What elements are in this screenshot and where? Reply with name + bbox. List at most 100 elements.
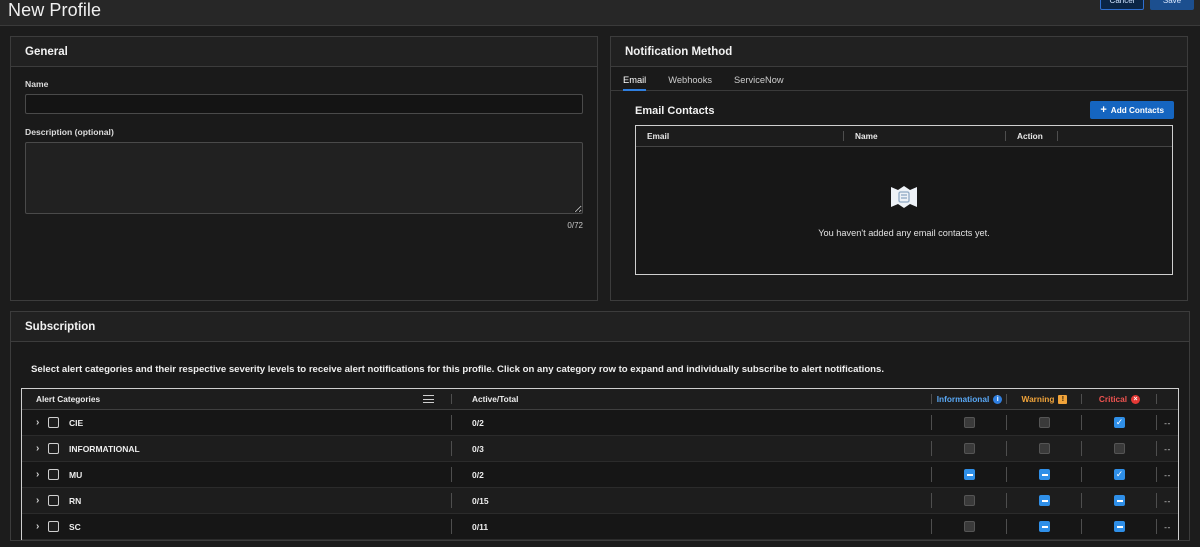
column-header-alert-categories[interactable]: Alert Categories: [22, 389, 452, 409]
row-active-total-cell: 0/15: [452, 488, 932, 513]
column-header-action[interactable]: Action: [1006, 126, 1058, 146]
table-row[interactable]: › MU 0/2 ✓ --: [22, 462, 1178, 488]
chevron-right-icon[interactable]: ›: [36, 443, 48, 454]
row-informational-cell[interactable]: [932, 436, 1007, 461]
row-warning-cell[interactable]: [1007, 410, 1082, 435]
critical-checkbox[interactable]: [1114, 443, 1125, 454]
row-category-label: CIE: [69, 417, 84, 428]
informational-checkbox[interactable]: [964, 417, 975, 428]
informational-checkbox[interactable]: [964, 443, 975, 454]
row-critical-cell[interactable]: ✓: [1082, 410, 1157, 435]
info-icon: i: [993, 394, 1003, 404]
column-header-critical[interactable]: Critical ×: [1082, 389, 1157, 409]
row-active-total-label: 0/2: [472, 417, 484, 428]
general-panel-title: General: [11, 37, 597, 67]
row-select-checkbox[interactable]: [48, 521, 59, 532]
subscription-description: Select alert categories and their respec…: [31, 364, 885, 375]
row-warning-cell[interactable]: [1007, 488, 1082, 513]
notification-tabs: Email Webhooks ServiceNow: [611, 67, 1187, 91]
row-category-cell[interactable]: › INFORMATIONAL: [22, 436, 452, 461]
column-header-informational-label: Informational: [936, 394, 990, 404]
row-select-checkbox[interactable]: [48, 495, 59, 506]
table-row[interactable]: › RN 0/15 --: [22, 488, 1178, 514]
row-critical-cell[interactable]: ✓: [1082, 462, 1157, 487]
subscription-table: Alert Categories Active/Total Informatio…: [21, 388, 1179, 540]
row-select-checkbox[interactable]: [48, 469, 59, 480]
warning-checkbox[interactable]: [1039, 443, 1050, 454]
row-category-cell[interactable]: › SC: [22, 514, 452, 539]
subscription-header-row: Alert Categories Active/Total Informatio…: [22, 389, 1178, 410]
row-tail-cell: --: [1157, 488, 1178, 513]
critical-checkbox[interactable]: [1114, 521, 1125, 532]
row-informational-cell[interactable]: [932, 488, 1007, 513]
tab-email[interactable]: Email: [623, 75, 656, 91]
column-header-email[interactable]: Email: [636, 126, 844, 146]
description-char-counter: 0/72: [567, 221, 583, 230]
email-contacts-section: Email Contacts + Add Contacts Email Name…: [611, 91, 1187, 275]
row-warning-cell[interactable]: [1007, 514, 1082, 539]
cancel-button[interactable]: Cancel: [1100, 0, 1144, 10]
field-spacer: [25, 114, 583, 127]
row-warning-cell[interactable]: [1007, 462, 1082, 487]
critical-checkbox[interactable]: ✓: [1114, 469, 1125, 480]
chevron-right-icon[interactable]: ›: [36, 495, 48, 506]
chevron-right-icon[interactable]: ›: [36, 417, 48, 428]
top-bar-actions: Cancel Save: [1100, 0, 1194, 10]
column-header-warning[interactable]: Warning !: [1007, 389, 1082, 409]
hamburger-icon[interactable]: [423, 395, 434, 403]
save-button[interactable]: Save: [1150, 0, 1194, 10]
informational-checkbox[interactable]: [964, 469, 975, 480]
warning-checkbox[interactable]: [1039, 417, 1050, 428]
row-category-cell[interactable]: › CIE: [22, 410, 452, 435]
email-contacts-table: Email Name Action You haven't added any …: [635, 125, 1173, 275]
row-category-cell[interactable]: › RN: [22, 488, 452, 513]
table-row[interactable]: › INFORMATIONAL 0/3 --: [22, 436, 1178, 462]
row-informational-cell[interactable]: [932, 514, 1007, 539]
critical-icon: ×: [1131, 394, 1141, 404]
row-critical-cell[interactable]: [1082, 436, 1157, 461]
row-informational-cell[interactable]: [932, 462, 1007, 487]
critical-checkbox[interactable]: ✓: [1114, 417, 1125, 428]
table-row[interactable]: › CIE 0/2 ✓ --: [22, 410, 1178, 436]
row-active-total-label: 0/15: [472, 495, 489, 506]
table-row[interactable]: › SC 0/11 --: [22, 514, 1178, 540]
row-active-total-label: 0/3: [472, 443, 484, 454]
add-contacts-button[interactable]: + Add Contacts: [1090, 101, 1174, 119]
notification-method-panel: Notification Method Email Webhooks Servi…: [610, 36, 1188, 301]
tab-servicenow[interactable]: ServiceNow: [734, 75, 794, 90]
description-textarea[interactable]: [25, 142, 583, 214]
column-header-name[interactable]: Name: [844, 126, 1006, 146]
row-critical-cell[interactable]: [1082, 514, 1157, 539]
row-tail-label: --: [1164, 417, 1171, 428]
row-active-total-cell: 0/3: [452, 436, 932, 461]
tab-webhooks[interactable]: Webhooks: [668, 75, 722, 90]
warning-checkbox[interactable]: [1039, 469, 1050, 480]
warning-checkbox[interactable]: [1039, 521, 1050, 532]
row-category-cell[interactable]: › MU: [22, 462, 452, 487]
row-informational-cell[interactable]: [932, 410, 1007, 435]
top-bar: New Profile Cancel Save: [0, 0, 1200, 26]
subscription-panel: Subscription Select alert categories and…: [10, 311, 1190, 541]
row-select-checkbox[interactable]: [48, 417, 59, 428]
informational-checkbox[interactable]: [964, 495, 975, 506]
column-header-warning-label: Warning: [1021, 394, 1055, 404]
email-contacts-header-row: Email Name Action: [636, 126, 1172, 147]
row-category-label: INFORMATIONAL: [69, 443, 140, 454]
informational-checkbox[interactable]: [964, 521, 975, 532]
column-header-active-total[interactable]: Active/Total: [452, 389, 932, 409]
row-critical-cell[interactable]: [1082, 488, 1157, 513]
column-header-tail: [1157, 389, 1178, 409]
warning-checkbox[interactable]: [1039, 495, 1050, 506]
row-tail-label: --: [1164, 469, 1171, 480]
general-panel: General Name Description (optional) 0/72: [10, 36, 598, 301]
chevron-right-icon[interactable]: ›: [36, 521, 48, 532]
row-warning-cell[interactable]: [1007, 436, 1082, 461]
chevron-right-icon[interactable]: ›: [36, 469, 48, 480]
name-label: Name: [25, 79, 49, 89]
column-header-informational[interactable]: Informational i: [932, 389, 1007, 409]
column-header-active-total-label: Active/Total: [472, 394, 519, 404]
name-input[interactable]: [25, 94, 583, 114]
page-title: New Profile: [8, 0, 102, 20]
row-select-checkbox[interactable]: [48, 443, 59, 454]
critical-checkbox[interactable]: [1114, 495, 1125, 506]
